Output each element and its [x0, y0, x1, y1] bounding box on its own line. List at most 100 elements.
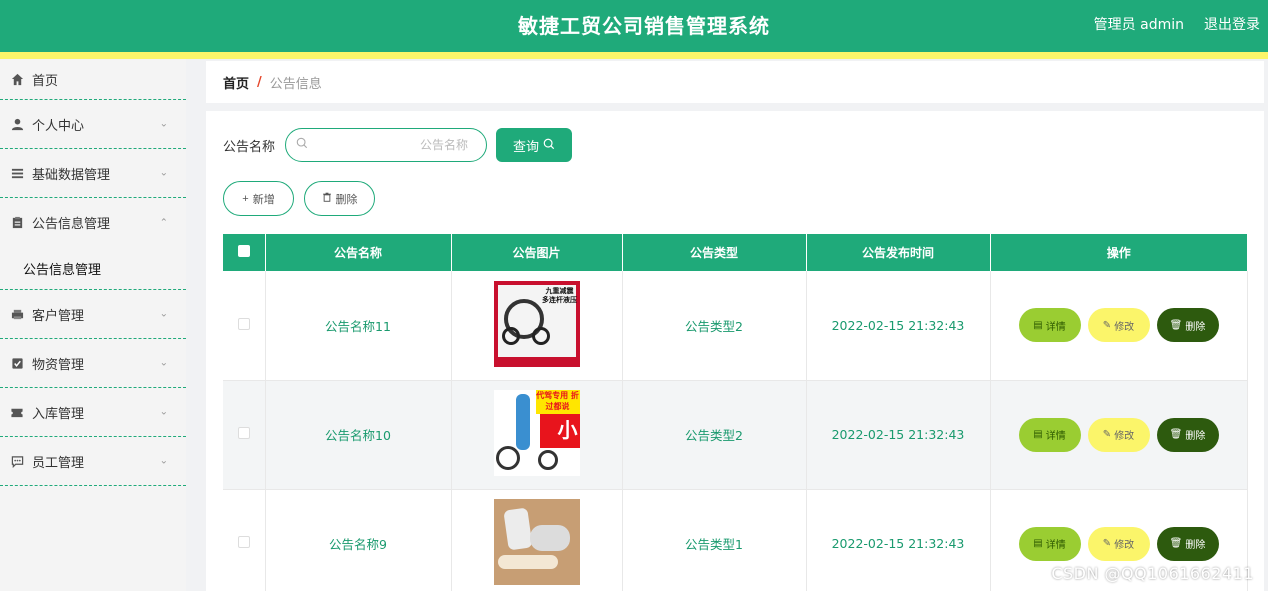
- sidebar-item-employee[interactable]: 员工管理 ⌄: [0, 437, 186, 486]
- breadcrumb-current: 公告信息: [269, 76, 322, 92]
- sidebar-item-customer[interactable]: 客户管理 ⌄: [0, 290, 186, 339]
- search-field[interactable]: [285, 128, 488, 162]
- delete-label: 删除: [1185, 321, 1206, 333]
- pencil-icon: ✎: [1102, 429, 1112, 440]
- home-icon: [10, 72, 24, 86]
- admin-user-label[interactable]: 管理员 admin: [1094, 14, 1184, 34]
- sidebar-item-personal-center[interactable]: 个人中心 ⌄: [0, 100, 186, 149]
- table-row: 公告名称10 代驾专用 折过都说 小 公告类型2 2022-02-15 21:3…: [223, 380, 1248, 490]
- edit-label: 修改: [1114, 321, 1135, 333]
- trash-icon: 🗑: [1169, 538, 1183, 549]
- sidebar-item-materials[interactable]: 物资管理 ⌄: [0, 339, 186, 388]
- detail-button[interactable]: ▤ 详情: [1018, 526, 1081, 561]
- detail-button[interactable]: ▤ 详情: [1018, 417, 1081, 452]
- logout-link[interactable]: 退出登录: [1204, 14, 1260, 34]
- trash-icon: [322, 192, 332, 205]
- notice-image[interactable]: [493, 499, 580, 585]
- delete-button[interactable]: 🗑 删除: [1156, 526, 1219, 561]
- toolbar: + 新增 删除: [223, 181, 375, 216]
- add-button[interactable]: + 新增: [223, 181, 294, 216]
- search-input[interactable]: [308, 138, 469, 152]
- query-button-label: 查询: [513, 138, 540, 154]
- operations-cell: ▤ 详情 ✎ 修改 🗑 删除: [990, 380, 1248, 490]
- trash-icon: 🗑: [1169, 429, 1183, 440]
- breadcrumb-home[interactable]: 首页: [223, 73, 249, 92]
- detail-label: 详情: [1045, 540, 1066, 551]
- notice-name-cell: 公告名称11: [265, 271, 452, 381]
- sidebar-item-label: 首页: [32, 73, 59, 89]
- printer-icon: [10, 307, 24, 321]
- sidebar-item-label: 个人中心: [32, 118, 85, 134]
- delete-label: 删除: [1185, 431, 1206, 442]
- notice-name-cell: 公告名称9: [265, 489, 452, 591]
- sidebar-subitem-notice-management[interactable]: 公告信息管理: [0, 247, 186, 290]
- add-button-label: 新增: [252, 193, 275, 206]
- ticket-icon: [10, 405, 24, 419]
- sidebar-item-label: 员工管理: [32, 455, 85, 471]
- clipboard-icon: [10, 216, 24, 230]
- chat-icon: [10, 454, 24, 468]
- delete-button[interactable]: 🗑 删除: [1156, 308, 1219, 343]
- column-header: 公告图片: [451, 234, 623, 271]
- column-header: 公告名称: [265, 234, 452, 271]
- checkbox-icon: [10, 356, 24, 370]
- document-icon: ▤: [1033, 538, 1043, 549]
- select-all-cell[interactable]: [223, 234, 266, 271]
- image-caption: 小: [539, 414, 580, 448]
- sidebar-item-label: 入库管理: [32, 406, 85, 422]
- sidebar-item-label: 物资管理: [32, 357, 85, 373]
- column-header: 操作: [1106, 246, 1131, 260]
- image-caption: 九重减震 多连杆液压: [542, 286, 577, 304]
- row-checkbox[interactable]: [237, 536, 250, 548]
- pencil-icon: ✎: [1102, 538, 1112, 549]
- main-panel: 公告名称 查询 + 新增 删除: [206, 111, 1264, 591]
- sidebar-item-basic-data[interactable]: 基础数据管理 ⌄: [0, 149, 186, 198]
- delete-label: 删除: [1185, 540, 1206, 551]
- pencil-icon: ✎: [1102, 319, 1112, 331]
- image-caption: 代驾专用 折过都说: [535, 390, 580, 414]
- edit-button[interactable]: ✎ 修改: [1087, 308, 1150, 343]
- chevron-up-icon: ⌃: [159, 217, 168, 228]
- document-icon: ▤: [1033, 319, 1043, 331]
- chevron-down-icon: ⌄: [159, 167, 168, 179]
- user-area: 管理员 admin 退出登录: [1094, 14, 1260, 34]
- top-header: 敏捷工贸公司销售管理系统 管理员 admin 退出登录: [0, 0, 1268, 52]
- notice-type-cell: 公告类型2: [622, 271, 807, 381]
- notice-image-cell: [451, 489, 623, 591]
- select-all-checkbox[interactable]: [237, 245, 250, 257]
- search-icon: [543, 138, 555, 153]
- edit-button[interactable]: ✎ 修改: [1087, 526, 1150, 561]
- breadcrumb-separator: /: [257, 74, 262, 90]
- notice-table: 公告名称 公告图片 公告类型 公告发布时间 操作 公告名称11 九重减震 多连杆…: [223, 234, 1248, 591]
- table-row: 公告名称11 九重减震 多连杆液压 公告类型2 2022-02-15 21:32…: [223, 271, 1248, 381]
- row-checkbox[interactable]: [237, 317, 250, 330]
- chevron-down-icon: ⌄: [159, 455, 168, 467]
- sidebar-item-inbound[interactable]: 入库管理 ⌄: [0, 388, 186, 437]
- notice-image[interactable]: 代驾专用 折过都说 小: [493, 390, 580, 476]
- trash-icon: 🗑: [1169, 319, 1183, 331]
- search-label: 公告名称: [223, 139, 276, 155]
- notice-image[interactable]: 九重减震 多连杆液压: [493, 280, 580, 367]
- detail-label: 详情: [1045, 321, 1066, 333]
- user-icon: [10, 117, 24, 131]
- publish-time-cell: 2022-02-15 21:32:43: [806, 489, 991, 591]
- chevron-down-icon: ⌄: [159, 406, 168, 418]
- detail-button[interactable]: ▤ 详情: [1018, 308, 1081, 343]
- notice-type-cell: 公告类型2: [622, 380, 807, 490]
- edit-button[interactable]: ✎ 修改: [1087, 417, 1150, 452]
- delete-button[interactable]: 🗑 删除: [1156, 417, 1219, 452]
- batch-delete-button[interactable]: 删除: [304, 181, 375, 216]
- row-checkbox[interactable]: [237, 427, 250, 439]
- sidebar-item-notice-management[interactable]: 公告信息管理 ⌃: [0, 198, 186, 247]
- notice-name-cell: 公告名称10: [265, 380, 452, 490]
- sidebar-item-label: 客户管理: [32, 308, 85, 324]
- column-header: 公告类型: [622, 234, 807, 271]
- list-icon: [10, 166, 24, 180]
- query-button[interactable]: 查询: [496, 128, 573, 162]
- chevron-down-icon: ⌄: [159, 118, 168, 130]
- plus-icon: +: [242, 192, 249, 205]
- breadcrumb: 首页 / 公告信息: [206, 61, 1264, 103]
- sidebar-item-home[interactable]: 首页: [0, 59, 186, 100]
- detail-label: 详情: [1045, 431, 1066, 442]
- edit-label: 修改: [1114, 540, 1135, 551]
